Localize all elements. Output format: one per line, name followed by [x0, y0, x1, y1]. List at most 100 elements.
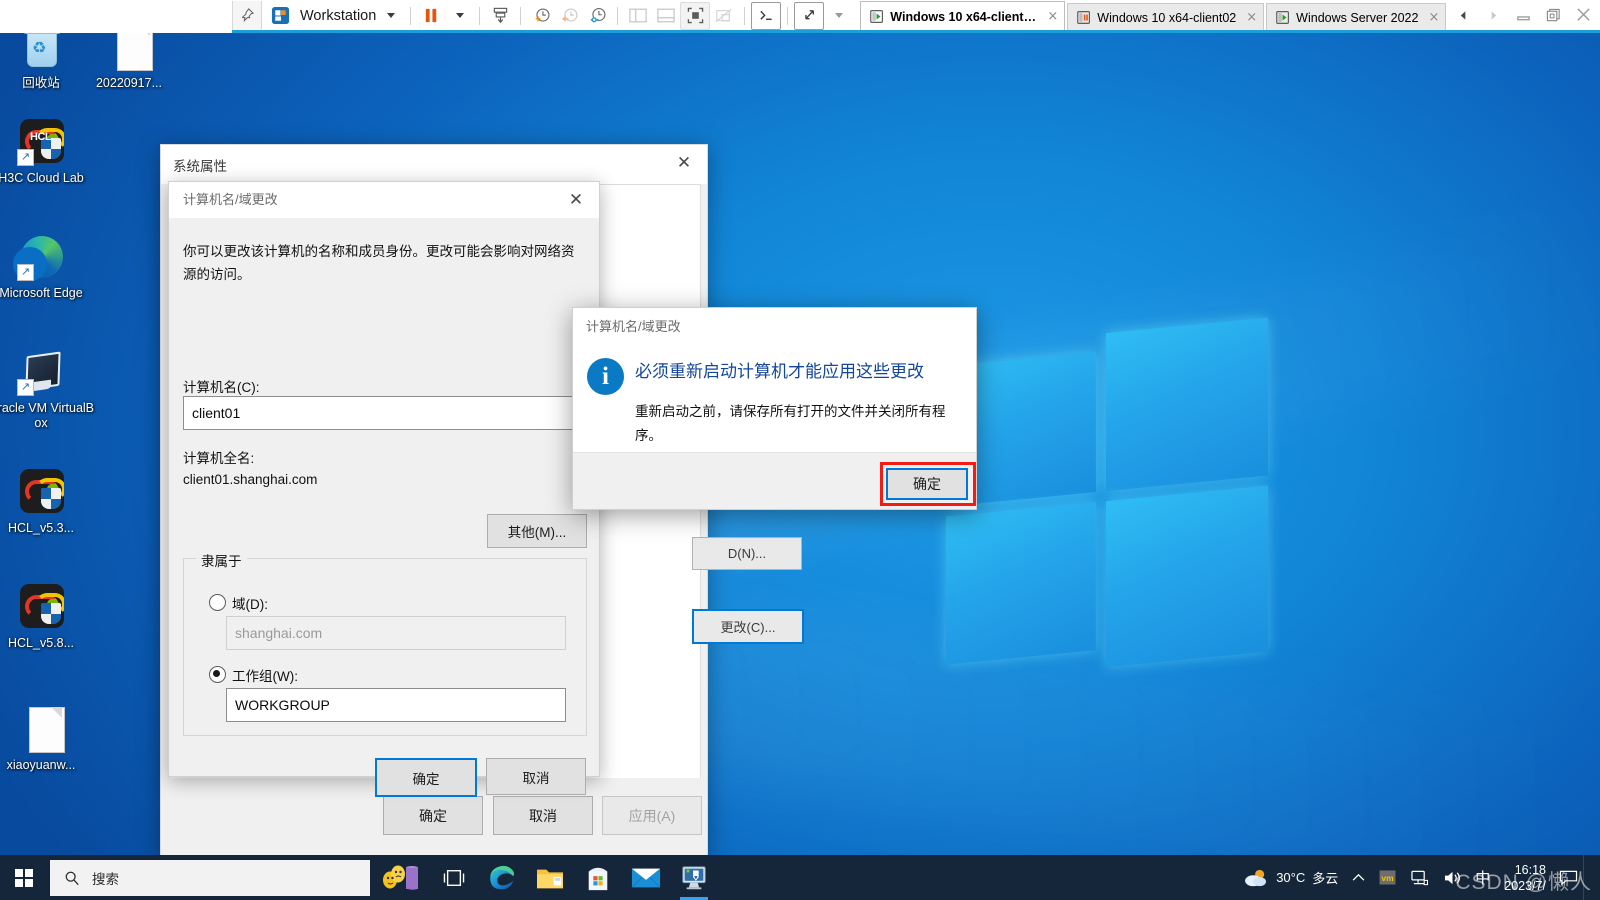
vmware-logo-icon[interactable]	[266, 3, 294, 29]
close-icon[interactable]: ✕	[553, 182, 599, 218]
stretch-dropdown-caret-icon[interactable]	[824, 3, 852, 29]
console-icon[interactable]	[751, 1, 782, 30]
ok-button[interactable]: 确定	[886, 468, 968, 500]
cancel-button[interactable]: 取消	[486, 758, 586, 795]
vm-tab-windows-10-x64-client01[interactable]: Windows 10 x64-client01 ×	[860, 1, 1066, 31]
network-id-button[interactable]: D(N)...	[692, 537, 802, 570]
nav-back-icon[interactable]	[1448, 2, 1478, 30]
taskbar-app-system-properties[interactable]	[670, 855, 718, 900]
toolbar-divider	[617, 6, 619, 25]
weather-temperature: 30°C	[1276, 870, 1306, 885]
send-ctrl-alt-del-icon[interactable]	[486, 3, 514, 29]
ok-button[interactable]: 确定	[383, 796, 483, 835]
stretch-guest-icon[interactable]	[794, 1, 825, 30]
toolbar-divider	[787, 6, 789, 25]
desktop-icon-microsoft-edge[interactable]: Microsoft Edge	[0, 233, 97, 301]
full-computer-name-label: 计算机全名:	[183, 451, 255, 466]
text-document-icon	[17, 705, 65, 753]
close-icon[interactable]: ×	[1246, 11, 1257, 24]
clock-date: 2023/7/	[1504, 878, 1546, 893]
dialog-body: 你可以更改该计算机的名称和成员身份。更改可能会影响对网络资源的访问。 计算机名(…	[169, 218, 599, 797]
show-hidden-icons-chevron[interactable]	[1345, 855, 1372, 900]
page-title: 系统属性	[173, 158, 227, 174]
app-menu-label[interactable]: Workstation	[300, 8, 376, 24]
action-center-icon[interactable]	[1554, 855, 1583, 900]
restart-required-message-box[interactable]: 计算机名/域更改 i 必须重新启动计算机才能应用这些更改 重新启动之前，请保存所…	[572, 307, 977, 510]
workgroup-input[interactable]: WORKGROUP	[226, 688, 566, 722]
thumbnail-bar-icon[interactable]	[652, 3, 680, 29]
taskbar-app-task-view[interactable]	[430, 855, 478, 900]
message-box-titlebar: 计算机名/域更改	[573, 308, 976, 346]
cancel-button[interactable]: 取消	[493, 796, 593, 835]
vm-tab-label: Windows 10 x64-client01	[890, 9, 1038, 24]
search-input[interactable]: 搜索	[50, 859, 370, 896]
member-of-label: 隶属于	[196, 550, 247, 570]
svg-text:vm: vm	[1382, 873, 1394, 883]
system-properties-titlebar: 系统属性 ✕	[161, 145, 707, 184]
domain-radio[interactable]	[209, 594, 226, 611]
weather-widget[interactable]: 30°C 多云	[1236, 855, 1345, 900]
microsoft-edge-icon	[490, 865, 514, 889]
sidebar-left-icon[interactable]	[624, 3, 652, 29]
restore-icon[interactable]	[1538, 2, 1568, 30]
vm-tab-windows-10-x64-client02[interactable]: Windows 10 x64-client02 ×	[1067, 3, 1265, 31]
computer-name-label: 计算机名(C):	[183, 380, 260, 395]
desktop-icon-label: 20220917...	[95, 76, 163, 90]
text-document-icon	[105, 33, 153, 71]
computer-name-domain-changes-dialog[interactable]: 计算机名/域更改 ✕ 你可以更改该计算机的名称和成员身份。更改可能会影响对网络资…	[168, 181, 600, 797]
toolbar-divider	[410, 6, 412, 25]
close-icon[interactable]: ✕	[661, 145, 707, 181]
message-box-title: 计算机名/域更改	[586, 319, 681, 334]
desktop-icon-label: Microsoft Edge	[0, 286, 83, 300]
pin-icon[interactable]	[232, 0, 262, 31]
desktop-icon-20220917[interactable]: 20220917...	[73, 33, 185, 91]
workgroup-radio-label[interactable]: 工作组(W):	[232, 665, 298, 685]
more-button[interactable]: 其他(M)...	[487, 514, 587, 548]
nav-forward-icon[interactable]	[1478, 2, 1508, 30]
file-explorer-icon	[537, 869, 563, 888]
h3c-cloud-lab-icon: HCL	[17, 118, 65, 166]
ime-indicator[interactable]: 中	[1469, 855, 1496, 900]
taskbar-clock[interactable]: 16:18 2023/7/	[1496, 855, 1554, 900]
chevron-down-icon[interactable]	[376, 3, 404, 29]
taskbar-app-microsoft-store[interactable]	[574, 855, 622, 900]
desktop-icon-oracle-vm-virtualbox[interactable]: Oracle VM VirtualBox	[0, 348, 97, 431]
power-dropdown-caret-icon[interactable]	[445, 3, 473, 29]
windows-start-icon[interactable]	[0, 855, 48, 900]
information-icon-glyph: i	[602, 362, 609, 390]
network-icon[interactable]	[1403, 855, 1436, 900]
pause-icon[interactable]	[417, 3, 445, 29]
taskbar-app-mail[interactable]	[622, 855, 670, 900]
workgroup-radio[interactable]	[209, 666, 226, 683]
message-box-footer: 确定	[573, 452, 976, 509]
vmware-tray-icon[interactable]: vm	[1372, 855, 1403, 900]
snapshot-take-icon[interactable]	[527, 3, 555, 29]
desktop-icon-h3c-cloud-lab[interactable]: HCL H3C Cloud Lab	[0, 118, 97, 186]
windows-logo-wallpaper-icon	[946, 317, 1268, 668]
desktop-icon-xiaoyuanw[interactable]: xiaoyuanw...	[0, 705, 97, 773]
taskbar-app-snipaste[interactable]	[370, 855, 430, 900]
weather-description: 多云	[1312, 871, 1339, 886]
close-icon[interactable]: ×	[1047, 10, 1058, 23]
vmware-workstation-window: Workstation Windows 10 x64-client01 × Wi…	[0, 0, 1600, 900]
change-button[interactable]: 更改(C)...	[692, 609, 804, 644]
taskbar-app-edge[interactable]	[478, 855, 526, 900]
fullscreen-icon[interactable]	[680, 1, 711, 30]
desktop-icon-hcl-v58[interactable]: HCL_v5.8...	[0, 583, 97, 651]
computer-name-input[interactable]: client01	[183, 396, 585, 430]
snapshot-manager-icon[interactable]	[583, 3, 611, 29]
desktop-icon-hcl-v53[interactable]: HCL_v5.3...	[0, 468, 97, 536]
close-icon[interactable]	[1568, 2, 1598, 30]
taskbar-app-file-explorer[interactable]	[526, 855, 574, 900]
close-icon[interactable]: ×	[1428, 11, 1439, 24]
vm-tab-bar: Windows 10 x64-client01 × Windows 10 x64…	[860, 0, 1448, 31]
recycle-bin-icon: ♻	[17, 33, 65, 71]
vm-tab-windows-server-2022[interactable]: Windows Server 2022 ×	[1266, 3, 1447, 31]
ok-button[interactable]: 确定	[375, 758, 477, 797]
toolbar-divider	[520, 6, 522, 25]
show-desktop-button[interactable]	[1583, 855, 1594, 900]
minimize-icon[interactable]	[1508, 2, 1538, 30]
domain-radio-label[interactable]: 域(D):	[232, 593, 268, 613]
snapshot-revert-icon[interactable]	[555, 3, 583, 29]
volume-icon[interactable]	[1436, 855, 1469, 900]
